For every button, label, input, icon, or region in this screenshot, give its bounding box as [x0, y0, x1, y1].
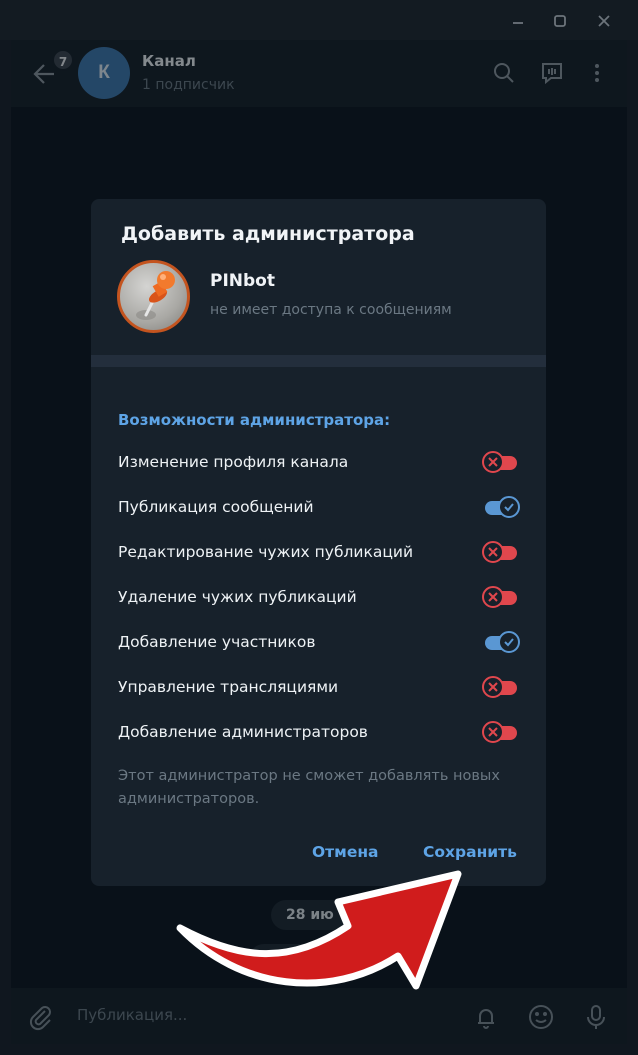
section-title: Возможности администратора: [118, 411, 391, 429]
permission-label: Удаление чужих публикаций [118, 588, 357, 606]
admin-note: Этот администратор не сможет добавлять н… [118, 768, 500, 807]
cross-icon [488, 682, 498, 692]
permission-row[interactable]: Добавление администраторов [91, 715, 546, 751]
permission-toggle[interactable] [482, 676, 519, 698]
permission-label: Изменение профиля канала [118, 453, 349, 471]
divider [91, 355, 546, 367]
permission-label: Управление трансляциями [118, 678, 339, 696]
cross-icon [488, 727, 498, 737]
permission-label: Добавление администраторов [118, 723, 368, 741]
permission-row[interactable]: Публикация сообщений [91, 490, 546, 526]
pushpin-icon [136, 271, 175, 320]
permission-row[interactable]: Управление трансляциями [91, 670, 546, 706]
bot-avatar [117, 260, 190, 333]
permission-toggle[interactable] [483, 631, 520, 653]
permission-row[interactable]: Добавление участников [91, 625, 546, 661]
bot-name: PINbot [210, 271, 275, 291]
cross-icon [488, 547, 498, 557]
permission-row[interactable]: Редактирование чужих публикаций [91, 535, 546, 571]
permission-label: Редактирование чужих публикаций [118, 543, 414, 561]
check-icon [504, 638, 514, 647]
permission-label: Добавление участников [118, 633, 316, 651]
permission-toggle[interactable] [483, 496, 520, 518]
add-admin-dialog: Добавить администратора PINbot не имеет … [91, 199, 546, 886]
dialog-title: Добавить администратора [121, 223, 415, 245]
pointer-arrow-icon [176, 870, 462, 990]
permission-toggle[interactable] [482, 721, 519, 743]
save-button[interactable]: Сохранить [423, 843, 517, 861]
check-icon [504, 503, 514, 512]
permission-toggle[interactable] [482, 451, 519, 473]
permission-row[interactable]: Изменение профиля канала [91, 445, 546, 481]
permission-row[interactable]: Удаление чужих публикаций [91, 580, 546, 616]
cross-icon [488, 592, 498, 602]
permission-toggle[interactable] [482, 541, 519, 563]
cancel-button[interactable]: Отмена [312, 843, 379, 861]
bot-status: не имеет доступа к сообщениям [210, 302, 452, 318]
permission-label: Публикация сообщений [118, 498, 314, 516]
cross-icon [488, 457, 498, 467]
permission-toggle[interactable] [482, 586, 519, 608]
